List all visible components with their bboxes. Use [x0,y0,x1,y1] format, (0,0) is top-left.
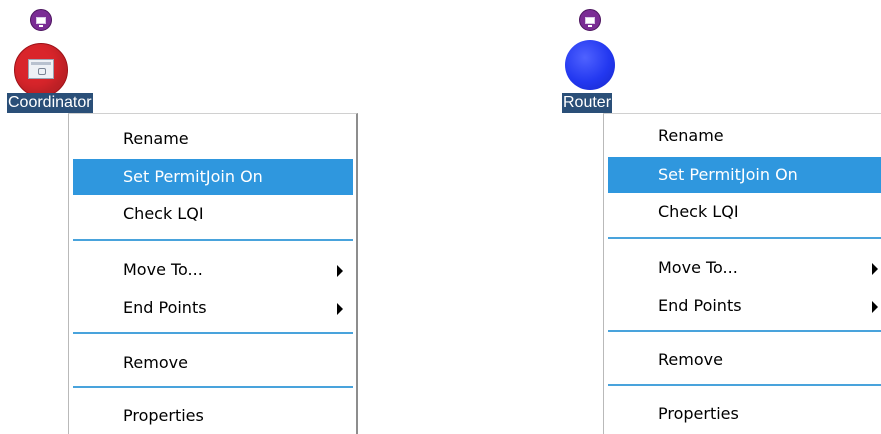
submenu-arrow-icon [337,265,343,277]
submenu-arrow-icon [872,263,878,275]
submenu-arrow-icon [337,303,343,315]
menu-item-label: Move To... [123,260,203,279]
coordinator-panel: Coordinator Rename Set PermitJoin On Che… [0,0,440,434]
menu-item-label: Check LQI [123,204,204,223]
menu-item-set-permitjoin[interactable]: Set PermitJoin On [608,157,881,193]
monitor-badge-icon [30,9,52,31]
menu-separator [608,384,881,386]
menu-item-label: Move To... [658,258,738,277]
menu-item-rename[interactable]: Rename [608,118,881,154]
menu-separator [73,239,353,241]
menu-item-label: Properties [658,404,739,423]
router-label[interactable]: Router [562,93,613,113]
menu-item-remove[interactable]: Remove [73,345,353,381]
monitor-badge-icon [579,9,601,31]
coordinator-device-icon [14,43,68,97]
menu-item-check-lqi[interactable]: Check LQI [73,196,353,232]
menu-item-label: End Points [658,296,742,315]
submenu-arrow-icon [872,301,878,313]
menu-separator [608,330,881,332]
menu-separator [608,237,881,239]
menu-item-label: End Points [123,298,207,317]
menu-item-properties[interactable]: Properties [608,396,881,432]
menu-item-end-points[interactable]: End Points [608,288,881,324]
menu-item-properties[interactable]: Properties [73,398,353,434]
menu-item-end-points[interactable]: End Points [73,290,353,326]
coordinator-context-menu: Rename Set PermitJoin On Check LQI Move … [68,113,358,434]
menu-item-set-permitjoin[interactable]: Set PermitJoin On [73,159,353,195]
router-panel: Router Rename Set PermitJoin On Check LQ… [535,0,881,434]
menu-separator [73,386,353,388]
menu-item-move-to[interactable]: Move To... [608,250,881,286]
menu-item-label: Check LQI [658,202,739,221]
menu-item-label: Set PermitJoin On [658,165,798,184]
menu-item-remove[interactable]: Remove [608,342,881,378]
menu-item-label: Remove [123,353,188,372]
menu-item-label: Remove [658,350,723,369]
coordinator-label[interactable]: Coordinator [7,93,93,113]
menu-item-label: Rename [658,126,724,145]
router-sphere-icon [565,40,615,90]
menu-item-label: Set PermitJoin On [123,167,263,186]
menu-item-move-to[interactable]: Move To... [73,252,353,288]
menu-item-rename[interactable]: Rename [73,121,353,157]
menu-item-label: Properties [123,406,204,425]
router-context-menu: Rename Set PermitJoin On Check LQI Move … [603,113,881,434]
menu-separator [73,332,353,334]
menu-item-check-lqi[interactable]: Check LQI [608,194,881,230]
menu-item-label: Rename [123,129,189,148]
